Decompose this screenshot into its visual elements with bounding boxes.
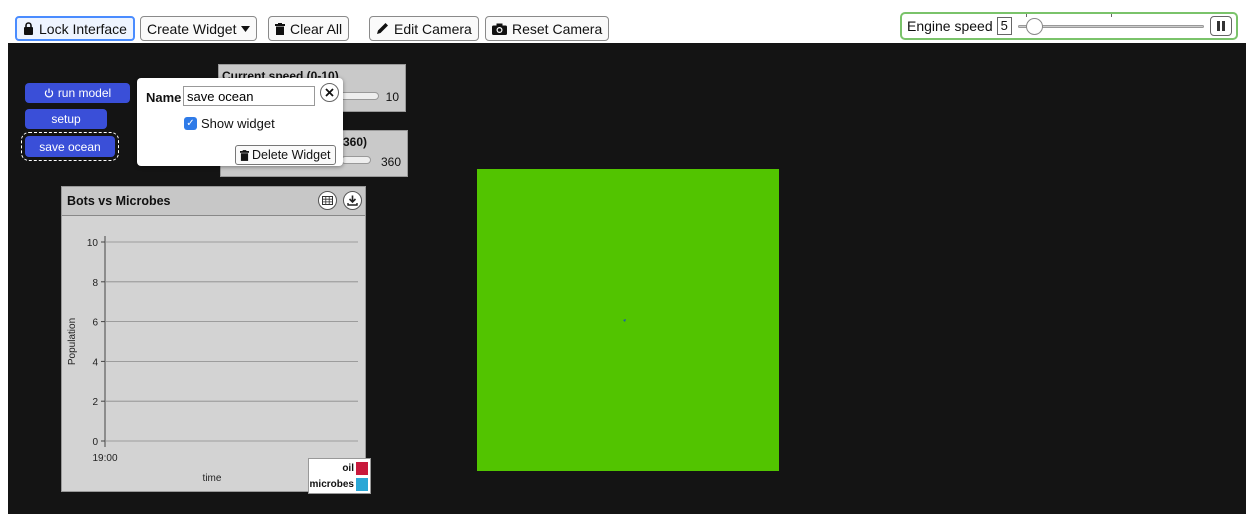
create-widget-button[interactable]: Create Widget: [140, 16, 258, 41]
edit-camera-button[interactable]: Edit Camera: [369, 16, 479, 41]
y-tick-label: 10: [87, 238, 99, 249]
y-tick-label: 2: [92, 397, 98, 408]
lock-icon: [24, 22, 33, 35]
run-model-label: run model: [57, 86, 112, 100]
setup-label: setup: [51, 112, 81, 126]
lock-interface-label: Lock Interface: [39, 20, 127, 37]
engine-speed-track: [1017, 25, 1204, 28]
trash-icon: [275, 22, 285, 35]
heading-slider-track[interactable]: [341, 156, 371, 164]
trash-icon: [240, 149, 249, 161]
setup-button[interactable]: setup: [25, 109, 107, 129]
camera-icon: [492, 23, 507, 35]
engine-speed-control: Engine speed 5: [900, 12, 1238, 40]
pause-icon: [1217, 21, 1220, 31]
agent-turtle: [623, 319, 626, 322]
download-button[interactable]: [343, 191, 362, 210]
close-icon: [325, 88, 334, 97]
engine-speed-slider[interactable]: [1017, 14, 1204, 35]
lock-interface-button[interactable]: Lock Interface: [15, 16, 135, 41]
create-widget-label: Create Widget: [147, 20, 237, 37]
close-popup-button[interactable]: [320, 83, 339, 102]
speed-slider-value: 10: [385, 90, 399, 104]
caret-down-icon: [241, 25, 251, 32]
pencil-icon: [377, 23, 388, 34]
toolbar: Lock Interface Create Widget Clear All E…: [0, 0, 1246, 43]
legend-swatch-oil: [356, 462, 368, 475]
reset-camera-label: Reset Camera: [512, 20, 603, 37]
legend-item-oil: oil: [342, 462, 368, 475]
clear-all-button[interactable]: Clear All: [268, 16, 350, 41]
world-view[interactable]: [477, 169, 779, 471]
plot-header: Bots vs Microbes: [62, 187, 365, 216]
delete-widget-button[interactable]: Delete Widget: [235, 145, 336, 165]
y-tick-label: 0: [92, 437, 98, 448]
engine-speed-label: Engine speed: [907, 18, 993, 34]
speed-slider-track[interactable]: [339, 92, 379, 100]
legend-label-oil: oil: [342, 463, 354, 474]
table-icon: [322, 196, 333, 205]
heading-slider-title: 360): [343, 135, 368, 149]
delete-widget-label: Delete Widget: [252, 148, 331, 162]
power-icon: [44, 88, 54, 98]
plot-widget[interactable]: Bots vs Microbes 0 2 4 6 8 10 19:00 time Populat…: [61, 186, 371, 494]
run-model-button[interactable]: run model: [25, 83, 130, 103]
y-tick-label: 4: [92, 357, 98, 368]
widget-name-input[interactable]: [183, 86, 315, 106]
legend-label-microbes: microbes: [309, 479, 354, 490]
widget-edit-popup: Name ✓ Show widget Delete Widget: [137, 78, 343, 166]
save-ocean-button[interactable]: save ocean: [21, 132, 119, 161]
checkmark-icon: ✓: [184, 117, 197, 130]
table-view-button[interactable]: [318, 191, 337, 210]
reset-camera-button[interactable]: Reset Camera: [485, 16, 610, 41]
world-canvas: [623, 319, 626, 322]
name-label: Name: [146, 90, 182, 105]
engine-speed-knob[interactable]: [1026, 18, 1044, 35]
plot-title: Bots vs Microbes: [67, 194, 171, 208]
y-tick-label: 8: [92, 278, 98, 289]
clear-all-label: Clear All: [290, 20, 343, 37]
x-tick-label: 19:00: [92, 453, 117, 464]
y-tick-label: 6: [92, 318, 98, 329]
slider-tick: [1025, 14, 1027, 17]
y-axis-label: Population: [67, 318, 78, 365]
population-chart: 0 2 4 6 8 10 19:00 time Population: [67, 236, 358, 484]
plot-legend: oil microbes: [308, 458, 371, 494]
engine-speed-value: 5: [996, 17, 1012, 35]
legend-swatch-microbes: [356, 478, 368, 491]
save-ocean-label: save ocean: [39, 139, 101, 154]
legend-item-microbes: microbes: [310, 478, 368, 491]
pause-button[interactable]: [1210, 16, 1232, 36]
x-axis-label: time: [203, 473, 222, 484]
heading-slider-value: 360: [380, 155, 401, 169]
show-widget-checkbox[interactable]: ✓ Show widget: [184, 116, 275, 131]
download-icon: [347, 195, 358, 206]
show-widget-label: Show widget: [201, 116, 275, 131]
slider-tick: [1110, 14, 1112, 17]
edit-camera-label: Edit Camera: [394, 20, 472, 37]
